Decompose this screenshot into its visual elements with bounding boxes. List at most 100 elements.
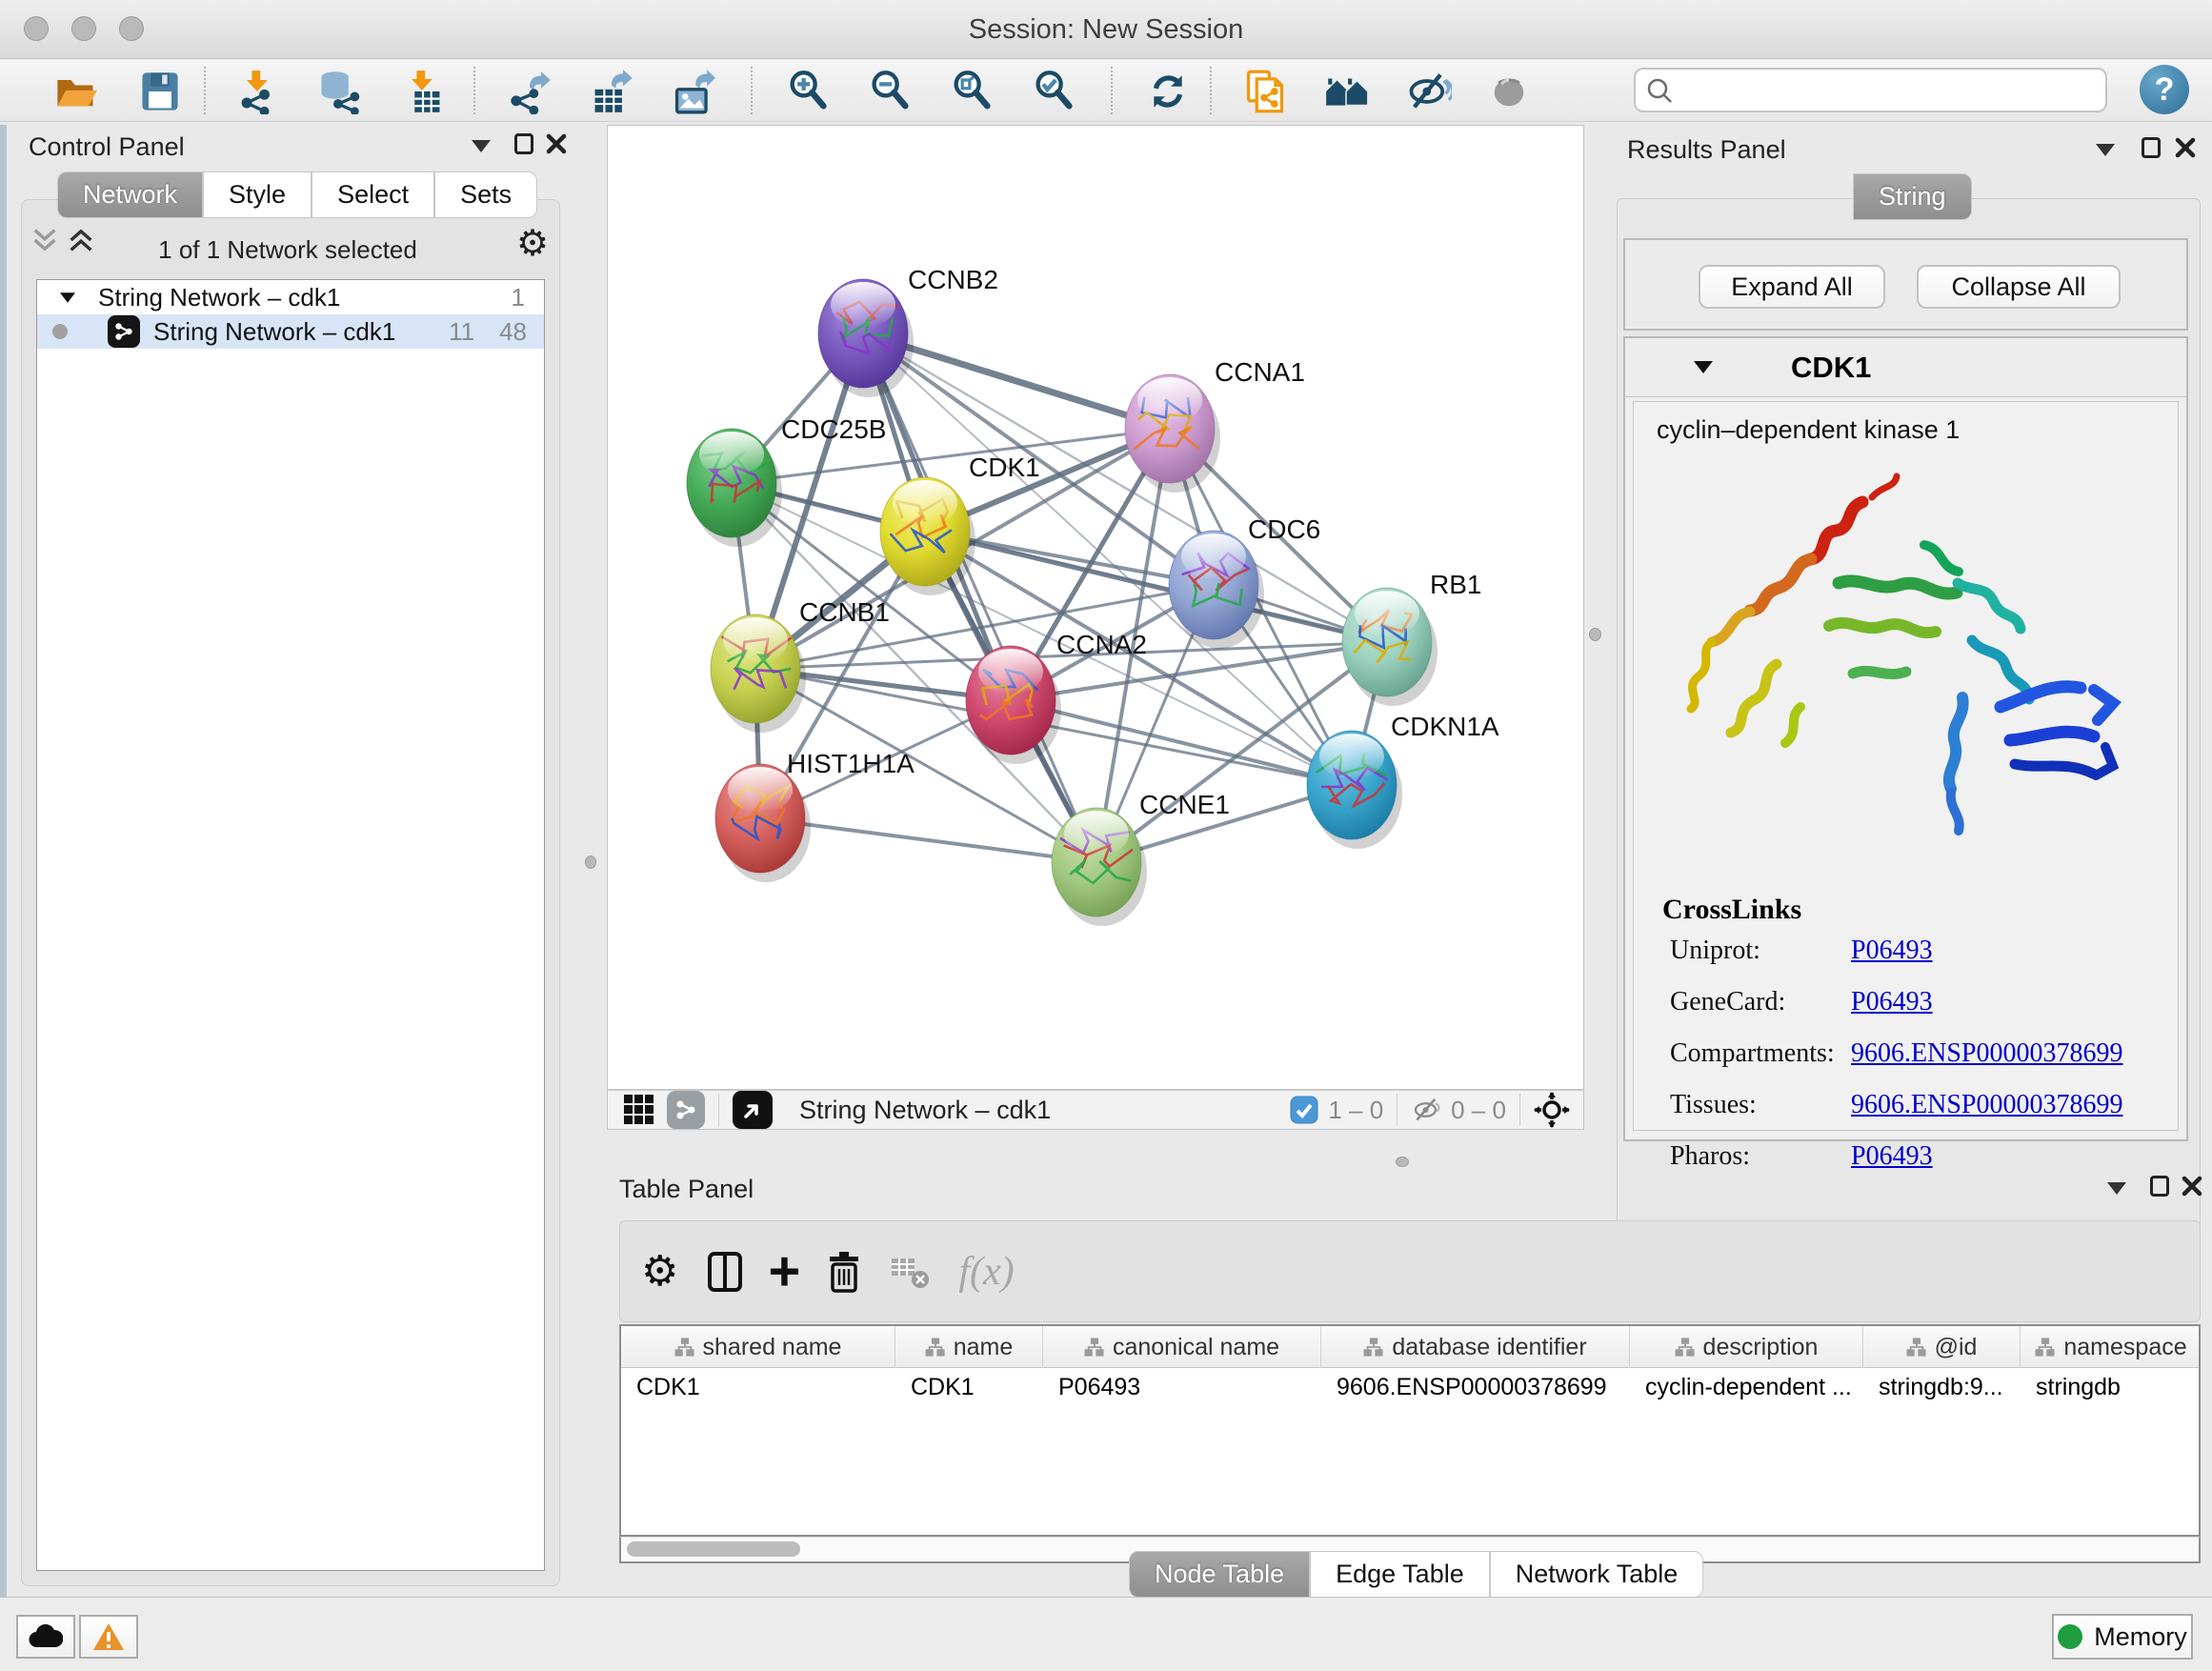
panel-float-icon[interactable] bbox=[2150, 1176, 2169, 1197]
new-network-from-selection-icon[interactable] bbox=[1238, 65, 1292, 118]
tab-sets[interactable]: Sets bbox=[434, 171, 537, 218]
zoom-fit-icon[interactable] bbox=[945, 65, 998, 118]
import-table-file-icon[interactable] bbox=[396, 65, 450, 118]
tab-network[interactable]: Network bbox=[57, 171, 203, 218]
export-image-icon[interactable] bbox=[667, 65, 720, 118]
entry-collapse-caret-icon[interactable] bbox=[1694, 361, 1713, 373]
right-splitter-handle[interactable] bbox=[1589, 628, 1601, 641]
network-share-view-icon[interactable] bbox=[667, 1091, 705, 1129]
left-splitter-handle[interactable] bbox=[585, 856, 596, 869]
help-icon[interactable]: ? bbox=[2140, 65, 2189, 114]
export-network-icon[interactable] bbox=[503, 65, 556, 118]
column-header-database-identifier[interactable]: database identifier bbox=[1321, 1326, 1630, 1368]
panel-close-icon[interactable] bbox=[545, 132, 568, 155]
panel-menu-icon[interactable] bbox=[2107, 1182, 2126, 1195]
crosslink-value-link[interactable]: P06493 bbox=[1851, 987, 1933, 1017]
delete-column-trash-icon[interactable] bbox=[825, 1250, 863, 1294]
edge-hist1h1a-ccne1[interactable] bbox=[760, 818, 1096, 862]
table-header-row: shared name name canonical namedatabase id… bbox=[621, 1326, 2199, 1368]
panel-menu-icon[interactable] bbox=[472, 140, 491, 152]
add-column-icon[interactable]: + bbox=[768, 1253, 800, 1291]
panel-float-icon[interactable] bbox=[2142, 137, 2161, 158]
column-header-label: name bbox=[954, 1334, 1014, 1361]
bottom-splitter-handle[interactable] bbox=[1396, 1157, 1409, 1167]
table-cell--id[interactable]: stringdb:9... bbox=[1863, 1374, 2021, 1401]
tree-row-network[interactable]: String Network – cdk11148 bbox=[37, 314, 544, 349]
zoom-in-icon[interactable] bbox=[781, 65, 835, 118]
warnings-button[interactable] bbox=[79, 1615, 138, 1659]
fit-content-crosshair-icon[interactable] bbox=[1534, 1092, 1570, 1128]
crosslink-label: Tissues: bbox=[1670, 1090, 1851, 1120]
network-node-hist1h1a[interactable]: HIST1H1A bbox=[715, 749, 915, 882]
save-session-icon[interactable] bbox=[133, 65, 187, 118]
import-network-file-icon[interactable] bbox=[231, 65, 285, 118]
crosslink-value-link[interactable]: P06493 bbox=[1851, 936, 1933, 966]
hidden-items-eye-slash-icon[interactable] bbox=[1411, 1096, 1443, 1124]
crosslink-value-link[interactable]: 9606.ENSP00000378699 bbox=[1851, 1038, 2122, 1069]
column-header-canonical-name[interactable]: canonical name bbox=[1043, 1326, 1321, 1368]
table-cell-name[interactable]: CDK1 bbox=[895, 1374, 1043, 1401]
expand-all-button[interactable]: Expand All bbox=[1699, 265, 1885, 309]
birds-eye-view-icon[interactable] bbox=[733, 1091, 773, 1129]
network-current-dot-icon bbox=[52, 324, 68, 339]
search-box[interactable] bbox=[1634, 68, 2107, 112]
network-node-cdkn1a[interactable]: CDKN1A bbox=[1307, 712, 1499, 849]
column-header-description[interactable]: description bbox=[1630, 1326, 1863, 1368]
network-node-ccne1[interactable]: CCNE1 bbox=[1052, 790, 1230, 926]
table-cell-database-identifier[interactable]: 9606.ENSP00000378699 bbox=[1321, 1374, 1630, 1401]
first-neighbors-icon[interactable] bbox=[1320, 65, 1374, 118]
show-all-icon[interactable] bbox=[1482, 65, 1536, 118]
network-node-ccnb2[interactable]: CCNB2 bbox=[818, 265, 998, 397]
table-cell-shared-name[interactable]: CDK1 bbox=[621, 1374, 895, 1401]
import-network-database-icon[interactable] bbox=[312, 65, 366, 118]
network-options-gear-icon[interactable]: ⚙ bbox=[516, 222, 549, 265]
panel-menu-icon[interactable] bbox=[2096, 144, 2115, 156]
selected-nodes-checkbox-icon[interactable] bbox=[1290, 1096, 1318, 1124]
panel-close-icon[interactable] bbox=[2174, 136, 2197, 159]
column-header-namespace[interactable]: namespace bbox=[2021, 1326, 2201, 1368]
hide-selected-icon[interactable] bbox=[1402, 65, 1456, 118]
network-canvas[interactable]: CCNB2CCNA1CDC25BCDK1CDC6RB1CCNB1CCNA2CDK… bbox=[607, 125, 1584, 1090]
application-window: Session: New Session bbox=[0, 0, 2212, 1671]
zoom-selected-icon[interactable] bbox=[1027, 65, 1080, 118]
show-columns-icon[interactable] bbox=[707, 1251, 743, 1293]
tab-style[interactable]: Style bbox=[203, 171, 312, 218]
network-node-cdk1[interactable]: CDK1 bbox=[880, 453, 1040, 595]
column-header-name[interactable]: name bbox=[895, 1326, 1043, 1368]
panel-close-icon[interactable] bbox=[2181, 1175, 2203, 1198]
memory-button[interactable]: Memory bbox=[2052, 1614, 2193, 1660]
results-entry-header[interactable]: CDK1 bbox=[1625, 338, 2186, 397]
table-cell-namespace[interactable]: stringdb bbox=[2021, 1374, 2201, 1401]
table-settings-gear-icon[interactable]: ⚙ bbox=[641, 1247, 678, 1296]
tab-select[interactable]: Select bbox=[312, 171, 434, 218]
network-graph[interactable]: CCNB2CCNA1CDC25BCDK1CDC6RB1CCNB1CCNA2CDK… bbox=[608, 126, 1583, 1089]
refresh-icon[interactable] bbox=[1141, 65, 1195, 118]
table-cell-canonical-name[interactable]: P06493 bbox=[1043, 1374, 1321, 1401]
network-node-cdc6[interactable]: CDC6 bbox=[1169, 514, 1320, 649]
network-node-rb1[interactable]: RB1 bbox=[1342, 570, 1481, 706]
scrollbar-thumb[interactable] bbox=[627, 1541, 800, 1557]
export-table-icon[interactable] bbox=[585, 65, 638, 118]
crosslink-value-link[interactable]: 9606.ENSP00000378699 bbox=[1851, 1090, 2122, 1120]
tab-string[interactable]: String bbox=[1853, 173, 1972, 220]
column-header-shared-name[interactable]: shared name bbox=[621, 1326, 895, 1368]
function-builder-icon[interactable]: f(x) bbox=[958, 1249, 1014, 1295]
zoom-out-icon[interactable] bbox=[863, 65, 916, 118]
column-header--id[interactable]: @id bbox=[1863, 1326, 2021, 1368]
grid-view-icon[interactable] bbox=[623, 1094, 655, 1126]
open-session-icon[interactable] bbox=[50, 65, 103, 118]
cloud-button[interactable] bbox=[16, 1615, 75, 1659]
panel-float-icon[interactable] bbox=[514, 133, 533, 154]
tab-node-table[interactable]: Node Table bbox=[1129, 1551, 1310, 1598]
clear-table-icon[interactable] bbox=[890, 1255, 932, 1289]
table-cell-description[interactable]: cyclin-dependent ... bbox=[1630, 1374, 1863, 1401]
edge-ccnb2-ccne1[interactable] bbox=[863, 333, 1096, 862]
tab-edge-table[interactable]: Edge Table bbox=[1310, 1551, 1490, 1598]
table-row[interactable]: CDK1CDK1P064939606.ENSP00000378699cyclin… bbox=[621, 1368, 2199, 1406]
tree-expand-caret-icon[interactable] bbox=[60, 292, 75, 302]
tab-network-table[interactable]: Network Table bbox=[1490, 1551, 1704, 1598]
search-input[interactable] bbox=[1674, 75, 2083, 105]
collapse-all-button[interactable]: Collapse All bbox=[1917, 265, 2121, 309]
network-node-ccna2[interactable]: CCNA2 bbox=[966, 630, 1147, 764]
tree-row-network-collection[interactable]: String Network – cdk11 bbox=[37, 280, 544, 314]
